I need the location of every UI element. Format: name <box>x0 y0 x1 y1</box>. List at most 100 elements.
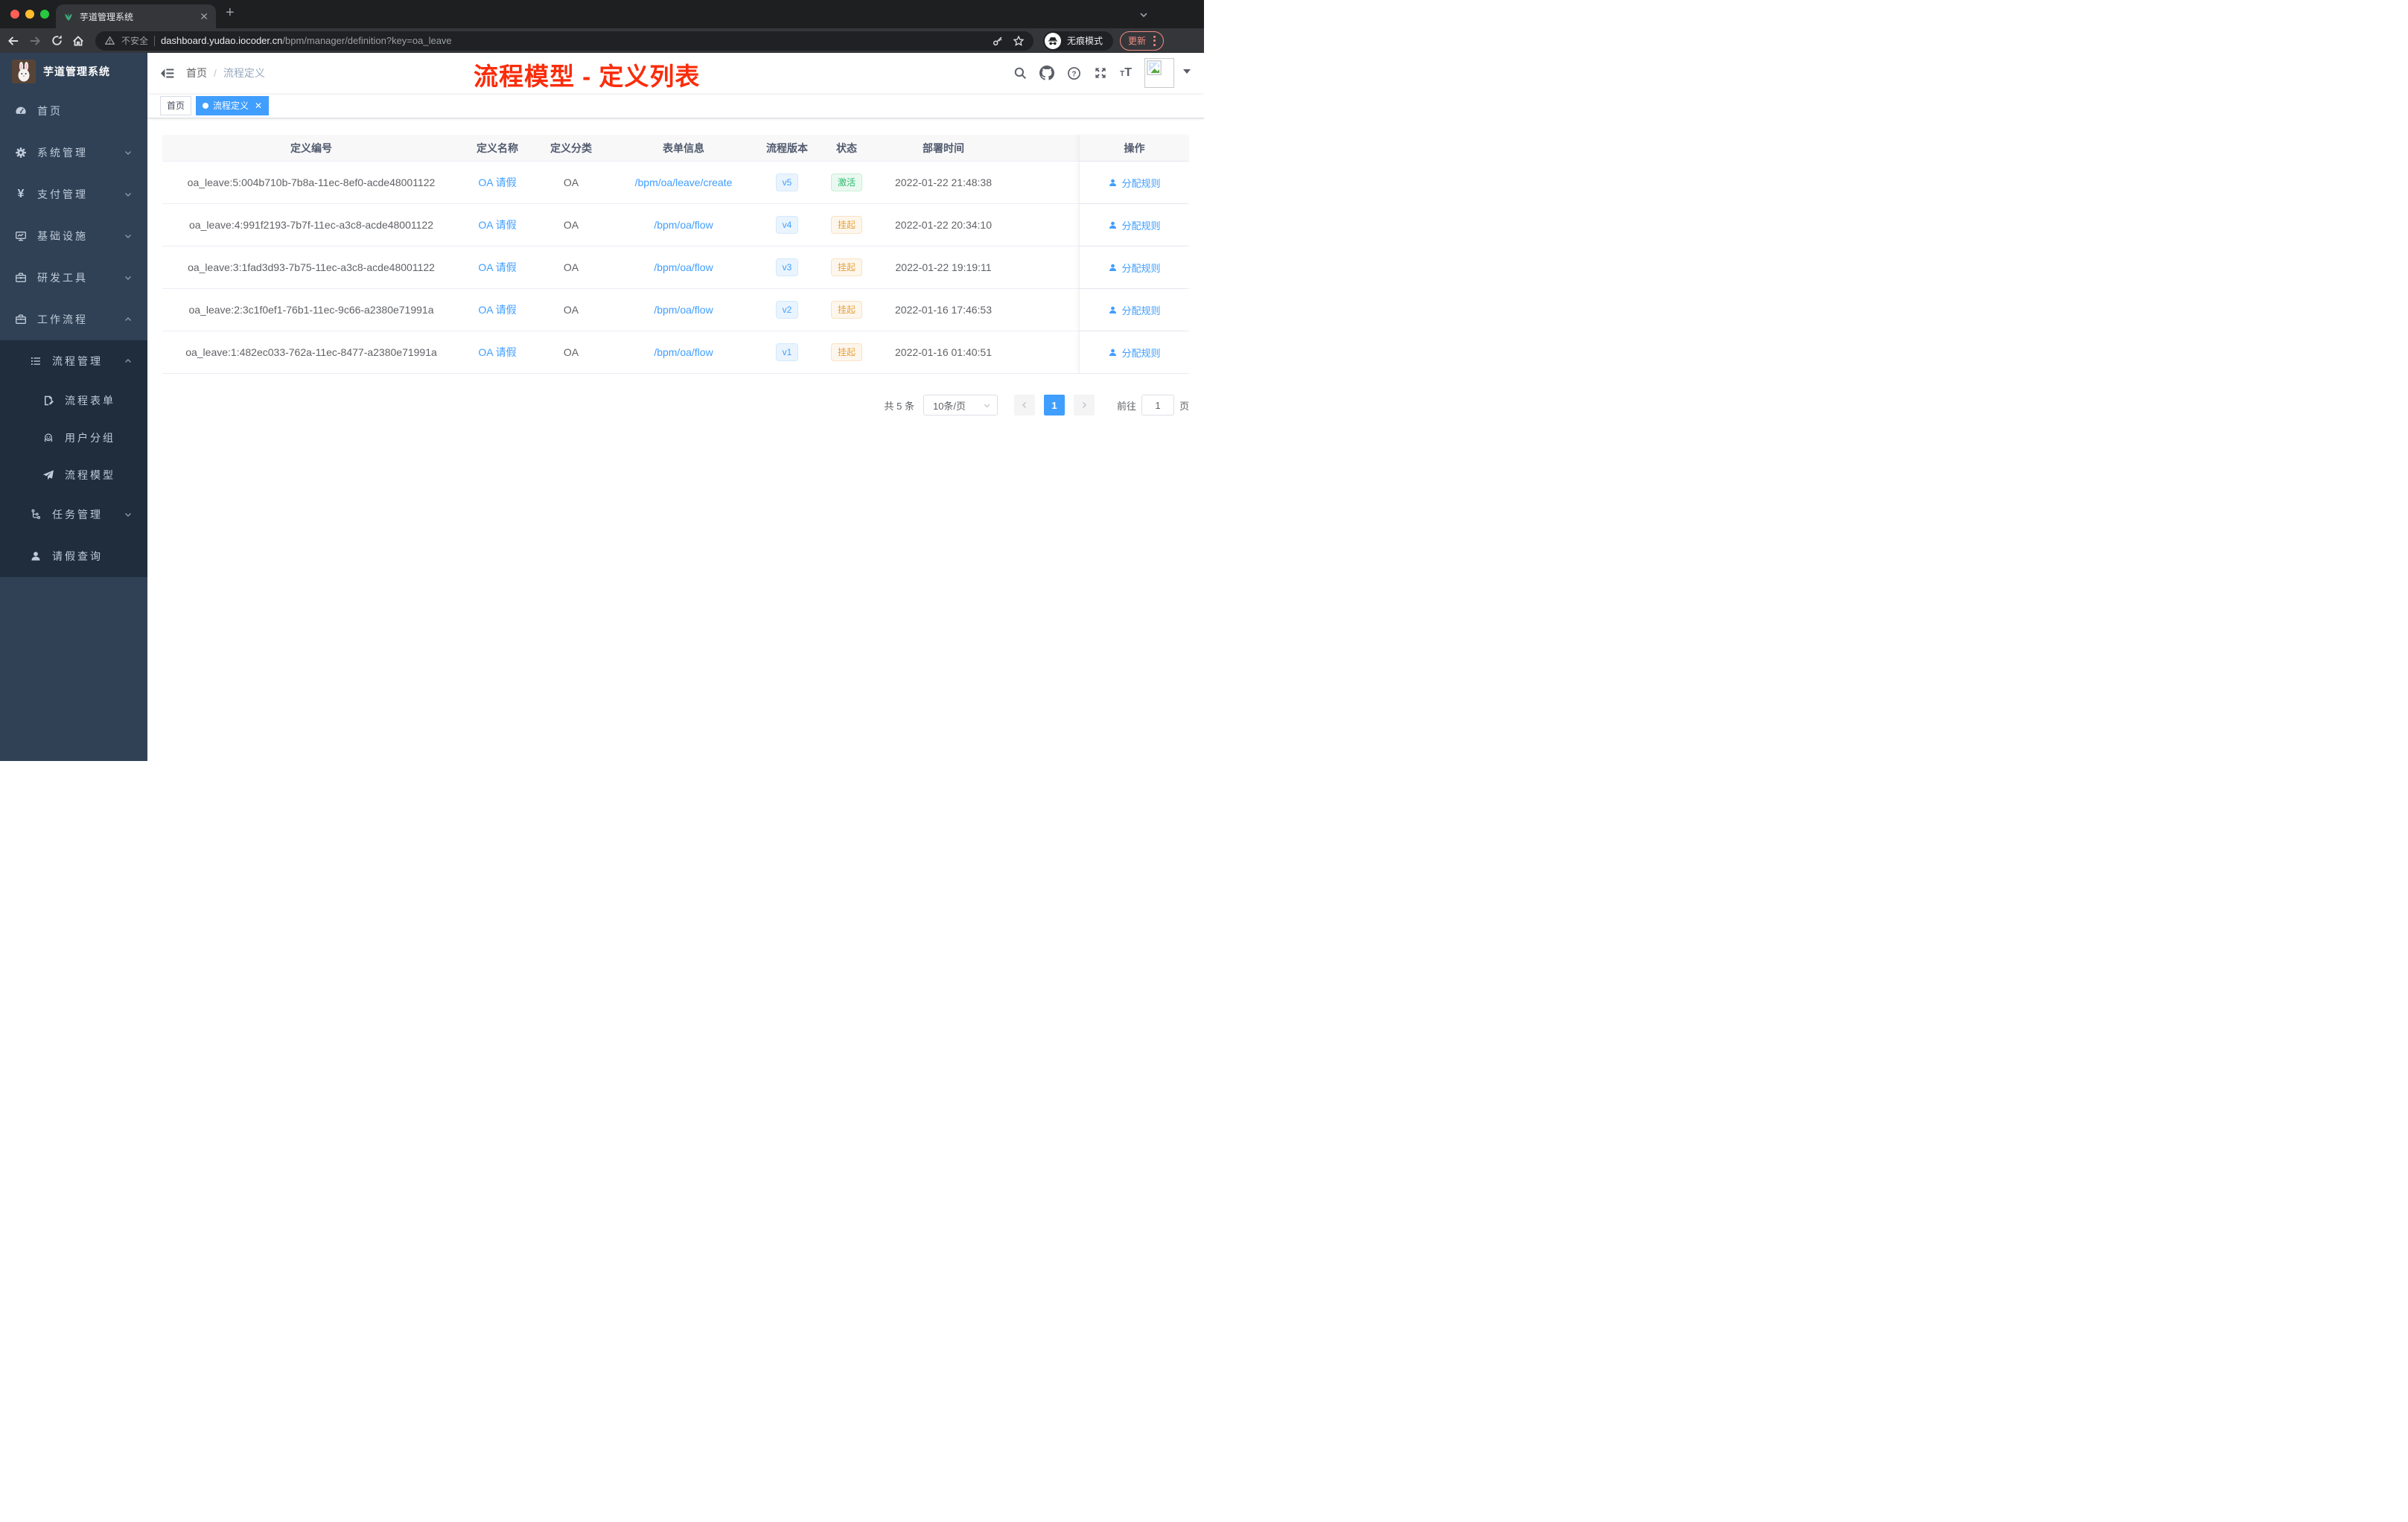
definition-name-link[interactable]: OA 请假 <box>478 260 516 275</box>
version-badge: v4 <box>775 216 799 234</box>
send-icon <box>42 469 54 481</box>
sidebar-item-payment[interactable]: ¥ 支付管理 <box>0 173 147 215</box>
version-badge: v1 <box>775 343 799 361</box>
reload-button[interactable] <box>49 34 64 48</box>
browser-update-button[interactable]: 更新 <box>1119 31 1164 51</box>
tab-title: 芋道管理系统 <box>80 11 134 22</box>
new-tab-button[interactable]: + <box>226 4 235 22</box>
avatar-caret-icon[interactable] <box>1183 69 1191 77</box>
assign-rule-link[interactable]: 分配规则 <box>1108 176 1161 190</box>
form-link[interactable]: /bpm/oa/flow <box>654 261 713 273</box>
close-window-button[interactable] <box>10 10 19 19</box>
prev-page-button[interactable] <box>1013 395 1035 415</box>
col-header: 定义名称 <box>477 141 518 154</box>
update-label: 更新 <box>1127 36 1146 46</box>
sidebar-item-label: 系统管理 <box>37 147 88 159</box>
minimize-window-button[interactable] <box>25 10 34 19</box>
avatar[interactable] <box>1144 58 1174 88</box>
tag-home[interactable]: 首页 <box>160 95 192 115</box>
sidebar-item-leave-query[interactable]: 请假查询 <box>0 535 147 577</box>
browser-menu-icon[interactable] <box>1153 35 1156 46</box>
definition-name-link[interactable]: OA 请假 <box>478 175 516 190</box>
url-text[interactable]: dashboard.yudao.iocoder.cn/bpm/manager/d… <box>161 35 452 46</box>
favicon-leaf-icon <box>63 11 74 22</box>
page-number-button[interactable]: 1 <box>1043 395 1065 415</box>
goto-unit: 页 <box>1179 400 1189 412</box>
form-link[interactable]: /bpm/oa/leave/create <box>635 176 733 188</box>
browser-tab[interactable]: 芋道管理系统 ✕ <box>56 4 216 28</box>
search-icon[interactable] <box>1013 66 1027 80</box>
robot-icon <box>42 432 54 444</box>
sidebar-item-process-form[interactable]: 流程表单 <box>0 382 147 419</box>
tab-close-icon[interactable]: ✕ <box>200 10 208 23</box>
select-caret-icon <box>984 404 990 407</box>
sidebar-item-workflow[interactable]: 工作流程 <box>0 299 147 340</box>
chevron-down-icon <box>124 232 133 241</box>
sidebar-item-infra[interactable]: 基础设施 <box>0 215 147 257</box>
sidebar-item-task-manage[interactable]: 任务管理 <box>0 494 147 535</box>
sidebar-item-process-model[interactable]: 流程模型 <box>0 456 147 494</box>
page-content: 定义编号 定义名称 定义分类 表单信息 流程版本 状态 部署时间 操作 oa_l… <box>147 118 1204 761</box>
back-button[interactable] <box>6 34 21 48</box>
url-bar[interactable]: 不安全 dashboard.yudao.iocoder.cn/bpm/manag… <box>95 31 1033 51</box>
pagination: 共 5 条 10条/页 1 前往 页 <box>162 395 1189 415</box>
definition-id: oa_leave:1:482ec033-762a-11ec-8477-a2380… <box>185 346 437 358</box>
sidebar-item-user-group[interactable]: 用户分组 <box>0 419 147 456</box>
deploy-time: 2022-01-16 17:46:53 <box>895 304 992 316</box>
chevron-down-icon <box>124 190 133 199</box>
col-header: 操作 <box>1079 135 1189 161</box>
assign-rule-link[interactable]: 分配规则 <box>1108 303 1161 317</box>
github-icon[interactable] <box>1039 66 1055 80</box>
forward-button[interactable] <box>28 34 42 48</box>
font-size-icon[interactable]: TT <box>1120 66 1132 80</box>
sidebar-item-devtools[interactable]: 研发工具 <box>0 257 147 299</box>
breadcrumb-home[interactable]: 首页 <box>186 66 207 80</box>
tree-icon <box>30 509 42 520</box>
assign-rule-link[interactable]: 分配规则 <box>1108 346 1161 360</box>
assign-rule-link[interactable]: 分配规则 <box>1108 218 1161 232</box>
form-link[interactable]: /bpm/oa/flow <box>654 219 713 231</box>
bookmark-star-icon[interactable] <box>1013 34 1025 47</box>
fullscreen-icon[interactable] <box>1094 66 1107 80</box>
tag-process-definition[interactable]: 流程定义 ✕ <box>196 95 270 115</box>
goto-page-input[interactable] <box>1141 395 1174 415</box>
page-size-select[interactable]: 10条/页 <box>923 395 998 415</box>
sidebar-item-label: 请假查询 <box>52 550 103 562</box>
tag-label: 首页 <box>167 101 185 111</box>
sidebar-item-process-manage[interactable]: 流程管理 <box>0 340 147 382</box>
table-row: oa_leave:3:1fad3d93-7b75-11ec-a3c8-acde4… <box>162 246 1189 289</box>
definition-name-link[interactable]: OA 请假 <box>478 217 516 232</box>
col-header-filler <box>1008 135 1079 161</box>
version-badge: v5 <box>775 173 799 191</box>
incognito-icon <box>1044 32 1061 49</box>
sidebar-fold-icon[interactable] <box>160 66 174 80</box>
sidebar: 芋道管理系统 首页 系统管理 ¥ 支付管理 基础设施 研发工具 工作流程 流程管… <box>0 53 147 761</box>
form-link[interactable]: /bpm/oa/flow <box>654 346 713 358</box>
form-link[interactable]: /bpm/oa/flow <box>654 304 713 316</box>
security-label[interactable]: 不安全 <box>121 34 148 47</box>
active-dot <box>203 102 209 109</box>
workflow-submenu: 流程管理 流程表单 用户分组 流程模型 任务管理 请假查询 <box>0 340 147 577</box>
security-warning-icon[interactable] <box>104 35 115 46</box>
table-row: oa_leave:5:004b710b-7b8a-11ec-8ef0-acde4… <box>162 162 1189 204</box>
sidebar-item-home[interactable]: 首页 <box>0 90 147 132</box>
password-key-icon[interactable] <box>992 35 1004 47</box>
logo-avatar <box>12 60 36 83</box>
zoom-window-button[interactable] <box>40 10 49 19</box>
sidebar-item-label: 流程管理 <box>52 355 103 367</box>
chevron-down-icon <box>124 148 133 157</box>
definition-name-link[interactable]: OA 请假 <box>478 302 516 317</box>
next-page-button[interactable] <box>1073 395 1095 415</box>
tag-close-icon[interactable]: ✕ <box>255 101 262 111</box>
help-icon[interactable]: ? <box>1067 66 1081 80</box>
assign-rule-link[interactable]: 分配规则 <box>1108 261 1161 275</box>
definition-category: OA <box>563 346 579 358</box>
definition-name-link[interactable]: OA 请假 <box>478 345 516 360</box>
home-button[interactable] <box>71 34 86 48</box>
sidebar-item-system[interactable]: 系统管理 <box>0 132 147 173</box>
definition-category: OA <box>563 176 579 188</box>
status-badge: 激活 <box>830 173 862 191</box>
tab-search-chevron-icon[interactable] <box>1138 10 1149 23</box>
sidebar-item-label: 研发工具 <box>37 272 88 284</box>
app-title: 芋道管理系统 <box>43 66 110 77</box>
